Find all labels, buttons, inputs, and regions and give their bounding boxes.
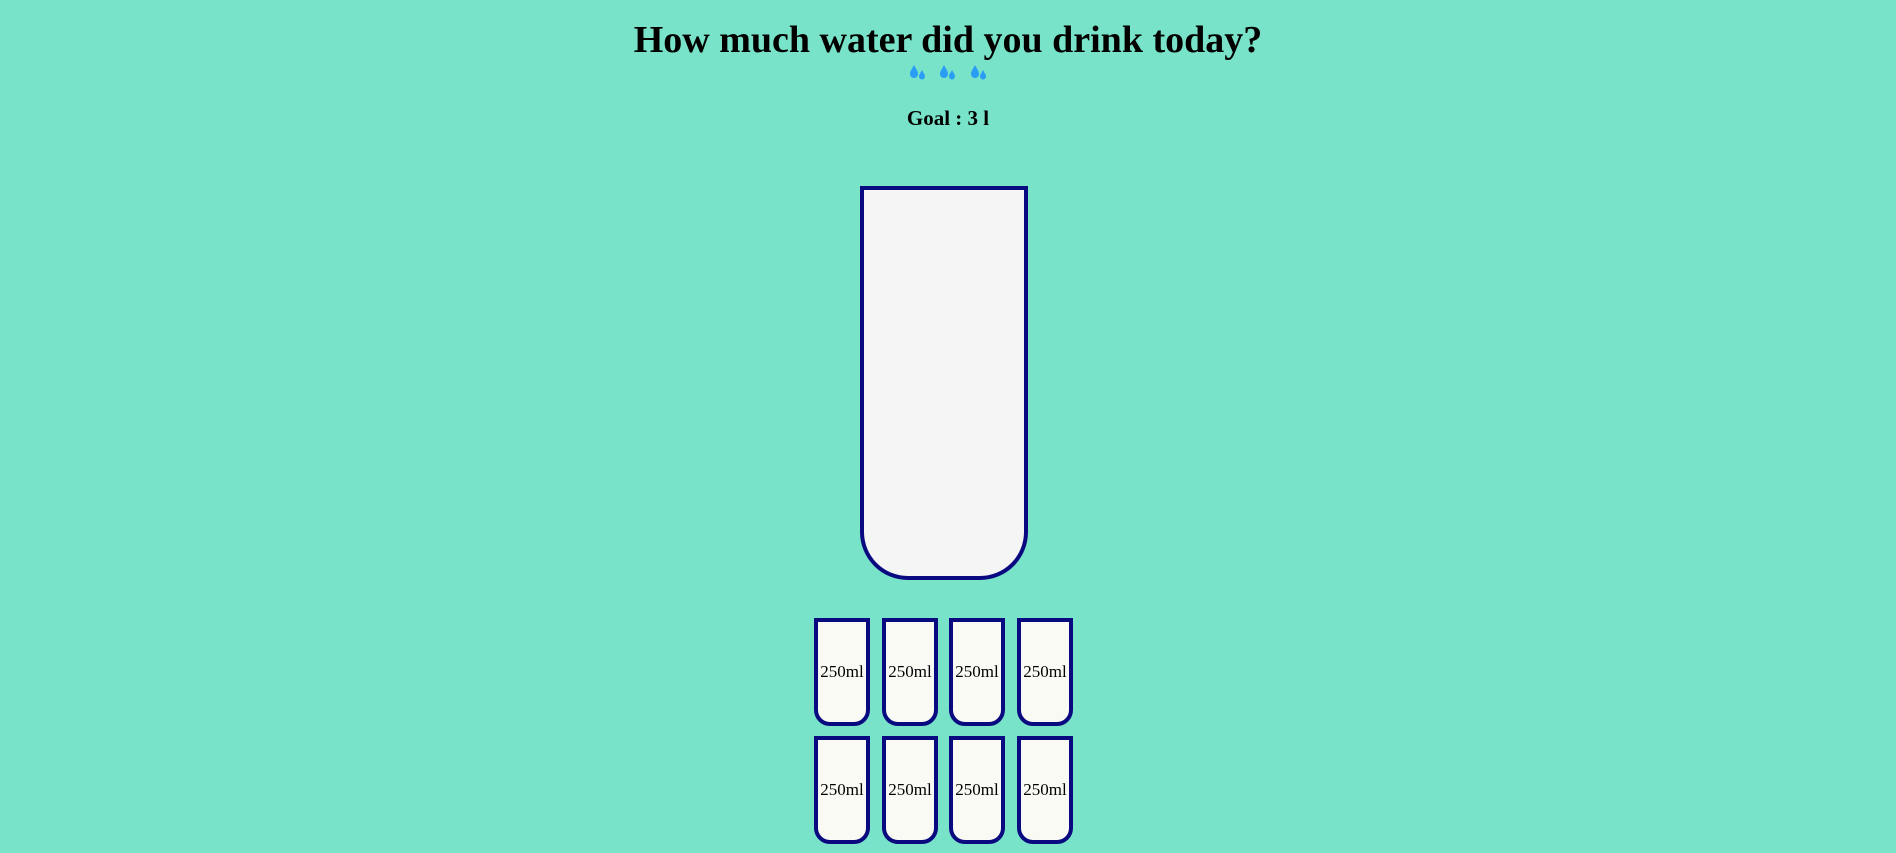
water-drops-icon bbox=[0, 60, 1896, 84]
small-cup[interactable]: 250ml bbox=[814, 618, 870, 726]
small-cup[interactable]: 250ml bbox=[814, 736, 870, 844]
small-cup[interactable]: 250ml bbox=[1017, 736, 1073, 844]
goal-text: Goal : 3 l bbox=[906, 106, 990, 130]
water-drop-icon bbox=[909, 64, 925, 80]
small-cup[interactable]: 250ml bbox=[949, 736, 1005, 844]
page-title: How much water did you drink today? bbox=[633, 19, 1263, 61]
small-cup[interactable]: 250ml bbox=[949, 618, 1005, 726]
water-drop-icon bbox=[970, 64, 986, 80]
water-drop-icon bbox=[940, 64, 955, 80]
small-cup[interactable]: 250ml bbox=[882, 618, 938, 726]
big-cup bbox=[860, 186, 1028, 580]
small-cup[interactable]: 250ml bbox=[882, 736, 938, 844]
small-cup[interactable]: 250ml bbox=[1017, 618, 1073, 726]
